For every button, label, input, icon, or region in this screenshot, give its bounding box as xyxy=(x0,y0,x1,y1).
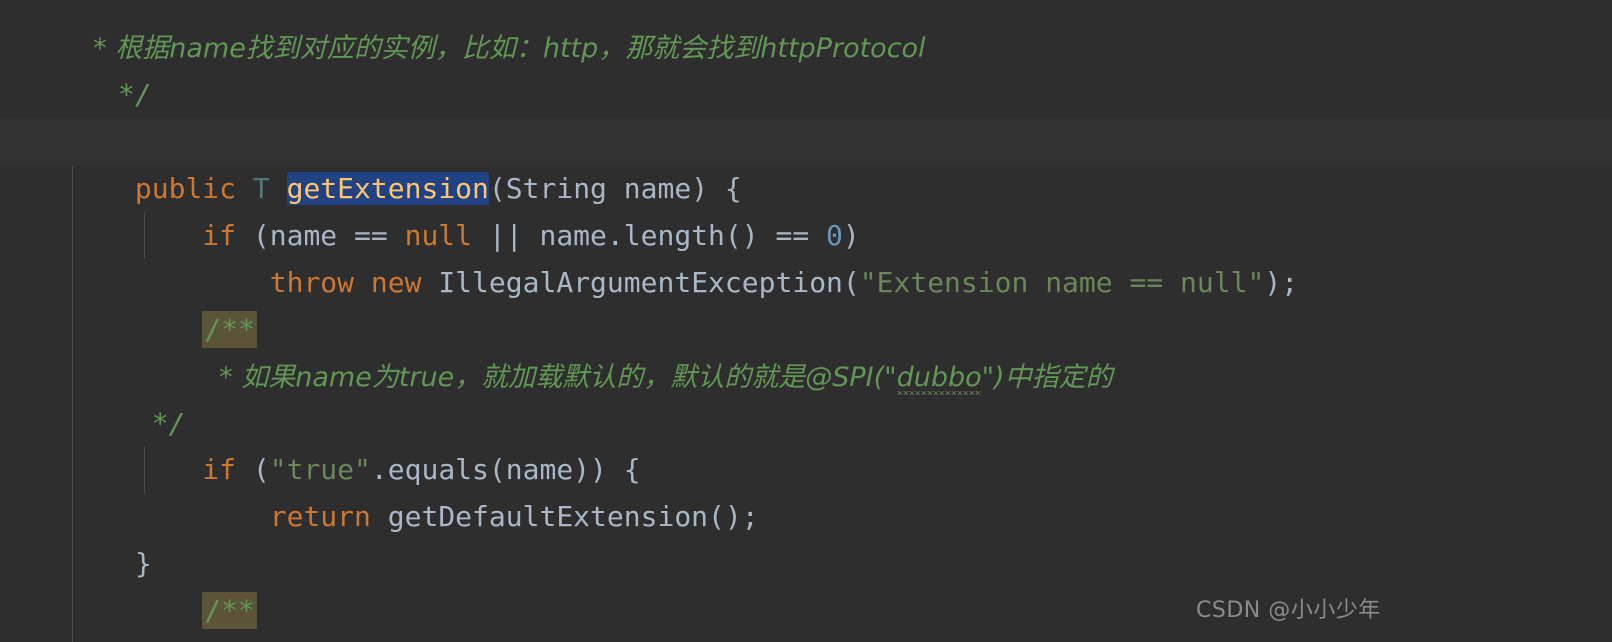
code-line-true-equals-if[interactable]: if ("true".equals(name)) { xyxy=(0,399,1612,486)
code-line-close-brace-1[interactable]: } xyxy=(0,493,1612,580)
code-line-folded-annotation[interactable]: /unchecked/ xyxy=(0,71,1612,160)
code-line-javadoc-body-3[interactable]: * 根据name从缓存中查找，第一次，肯定为null，在创建了对应的实现类之后，… xyxy=(0,587,1612,634)
code-line-return-default[interactable]: return getDefaultExtension(); xyxy=(0,446,1612,533)
code-line-javadoc-open-3[interactable]: /** xyxy=(0,540,1612,629)
code-line-javadoc-tail[interactable]: * 根据name找到对应的实例，比如：http，那就会找到httpProtoco… xyxy=(0,0,1612,64)
code-line-javadoc-body-2[interactable]: * 如果name为true，就加载默认的，默认的就是@SPI("dubbo")中… xyxy=(0,306,1612,393)
code-line-javadoc-open-2[interactable]: /** xyxy=(0,259,1612,348)
code-line-javadoc-close-1[interactable]: */ xyxy=(0,24,1612,111)
code-editor[interactable]: * 根据name找到对应的实例，比如：http，那就会找到httpProtoco… xyxy=(0,0,1612,642)
code-line-null-check[interactable]: if (name == null || name.length() == 0) xyxy=(0,165,1612,252)
code-line-method-signature[interactable]: public T getExtension(String name) { xyxy=(0,118,1612,205)
code-line-javadoc-close-2[interactable]: */ xyxy=(0,353,1612,440)
code-line-throw[interactable]: throw new IllegalArgumentException("Exte… xyxy=(0,212,1612,299)
